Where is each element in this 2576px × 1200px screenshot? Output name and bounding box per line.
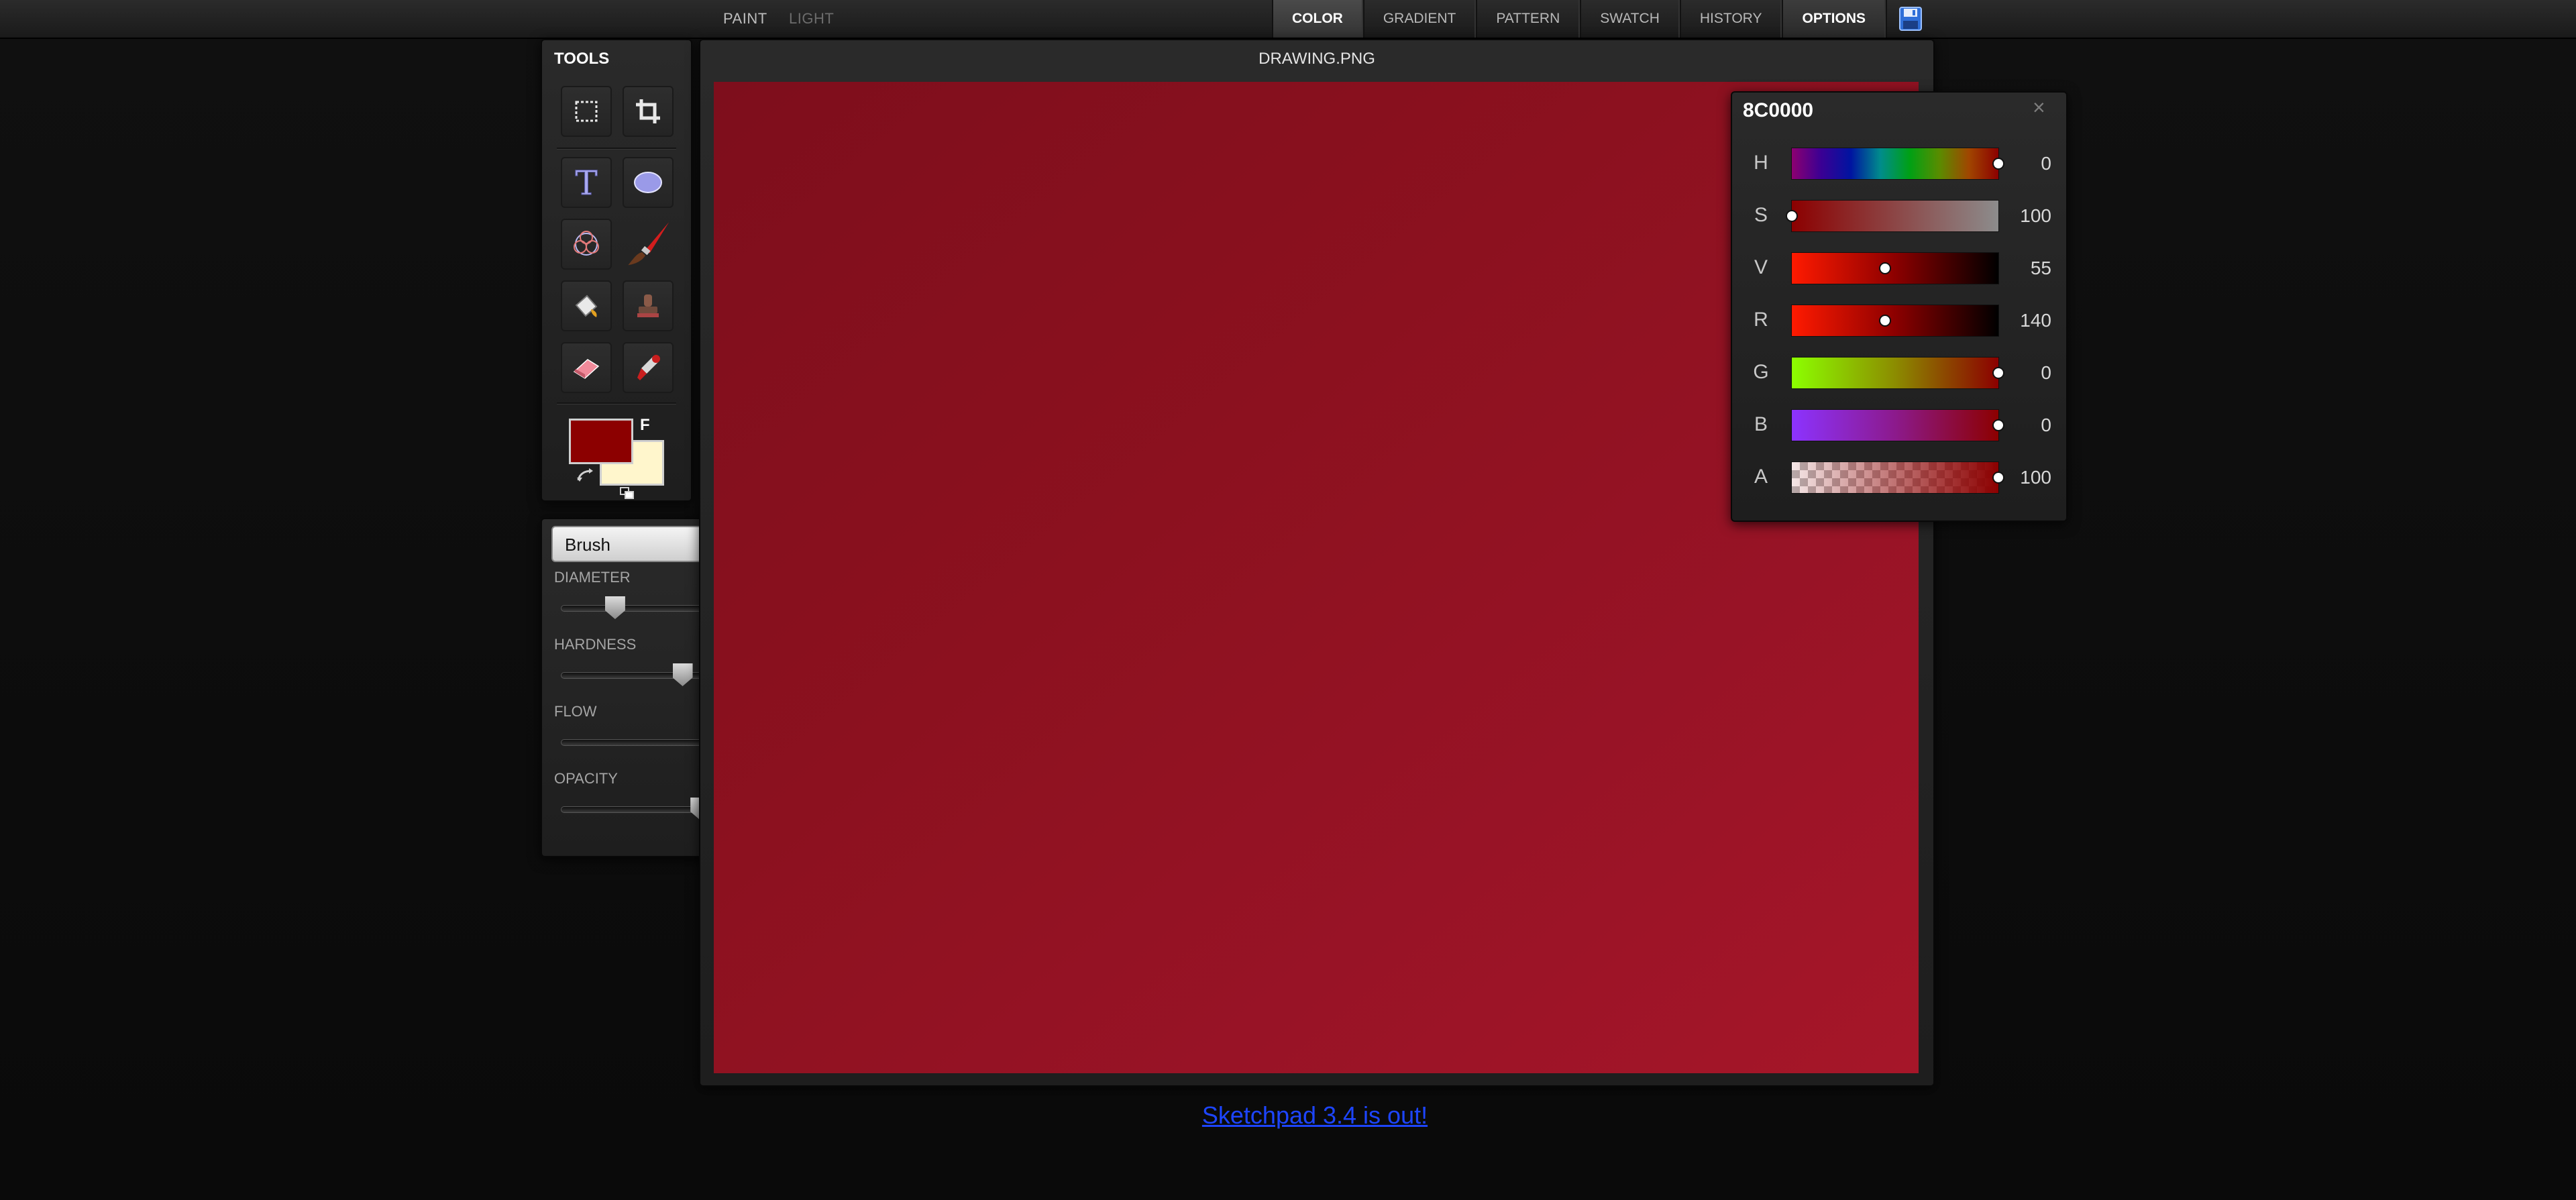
alpha-slider-knob[interactable] — [1992, 472, 2004, 484]
tool-paintbrush[interactable] — [623, 219, 674, 270]
tools-panel: TOOLS T F — [541, 39, 692, 502]
dashed-rectangle-icon — [575, 101, 598, 122]
brush-type-label: Brush — [565, 535, 610, 555]
channel-label-r: R — [1754, 309, 1768, 331]
hardness-label: HARDNESS — [554, 636, 637, 653]
spirograph-icon — [574, 231, 599, 256]
paintbrush-icon — [628, 222, 669, 266]
tab-swatch[interactable]: SWATCH — [1580, 0, 1680, 38]
channel-label-a: A — [1754, 466, 1768, 488]
blue-slider[interactable] — [1791, 409, 2004, 441]
alpha-value[interactable]: 100 — [2007, 467, 2051, 488]
color-picker-panel: 8C0000 × H 0 S 100 V 55 R 140 G 0 B 0 A … — [1731, 91, 2068, 522]
menu-paint[interactable]: PAINT — [723, 0, 767, 38]
color-hex-value[interactable]: 8C0000 — [1743, 99, 1813, 122]
tool-ellipse[interactable] — [623, 157, 674, 208]
svg-text:T: T — [575, 165, 597, 200]
hue-slider[interactable] — [1791, 148, 2004, 180]
tool-crop[interactable] — [623, 86, 674, 137]
tool-text[interactable]: T — [561, 157, 612, 208]
saturation-slider[interactable] — [1786, 200, 1999, 232]
tool-eyedropper[interactable] — [623, 342, 674, 393]
tool-eraser[interactable] — [561, 342, 612, 393]
swatch-f-label: F — [640, 416, 650, 434]
saturation-slider-knob[interactable] — [1786, 210, 1798, 222]
hue-slider-knob[interactable] — [1992, 158, 2004, 170]
tools-divider — [557, 402, 676, 404]
close-icon[interactable]: × — [2033, 97, 2045, 118]
tool-marquee-select[interactable] — [561, 86, 612, 137]
saturation-value[interactable]: 100 — [2007, 205, 2051, 227]
opacity-label: OPACITY — [554, 770, 618, 787]
red-slider-knob[interactable] — [1878, 315, 1891, 327]
alpha-gradient — [1792, 462, 1998, 493]
red-slider[interactable] — [1791, 305, 1999, 337]
blue-value[interactable]: 0 — [2007, 415, 2051, 436]
channel-label-g: G — [1753, 361, 1769, 383]
channel-label-s: S — [1754, 204, 1768, 226]
green-slider-knob[interactable] — [1992, 367, 2004, 379]
announcement-link[interactable]: Sketchpad 3.4 is out! — [0, 1101, 2576, 1130]
tab-pattern[interactable]: PATTERN — [1476, 0, 1580, 38]
eyedropper-icon — [637, 355, 660, 380]
floppy-disk-icon — [1899, 7, 1922, 31]
foreground-color-swatch[interactable] — [569, 419, 633, 464]
tools-title: TOOLS — [554, 50, 610, 68]
blue-slider-knob[interactable] — [1992, 419, 2004, 431]
ellipse-icon — [634, 172, 662, 193]
swap-colors-icon[interactable] — [576, 467, 596, 484]
hardness-slider-thumb[interactable] — [672, 663, 693, 686]
canvas-title: DRAWING.PNG — [1258, 50, 1375, 68]
menu-light[interactable]: LIGHT — [789, 0, 834, 38]
tab-color[interactable]: COLOR — [1272, 0, 1363, 38]
eraser-icon — [573, 359, 600, 379]
value-slider[interactable] — [1791, 252, 1999, 284]
tool-stamp[interactable] — [623, 280, 674, 331]
panel-tabs: COLOR GRADIENT PATTERN SWATCH HISTORY OP… — [1272, 0, 1934, 38]
tool-spirograph[interactable] — [561, 219, 612, 270]
channel-label-h: H — [1754, 152, 1768, 174]
tab-options[interactable]: OPTIONS — [1782, 0, 1886, 38]
app-root: PAINT LIGHT COLOR GRADIENT PATTERN SWATC… — [0, 0, 2576, 1200]
green-value[interactable]: 0 — [2007, 362, 2051, 384]
flow-label: FLOW — [554, 703, 597, 720]
tab-history[interactable]: HISTORY — [1679, 0, 1782, 38]
tools-divider — [557, 148, 676, 150]
diameter-slider-thumb[interactable] — [604, 596, 625, 619]
save-button[interactable] — [1886, 0, 1934, 38]
top-menu-bar: PAINT LIGHT COLOR GRADIENT PATTERN SWATC… — [0, 0, 2576, 39]
alpha-slider[interactable] — [1791, 461, 2004, 494]
red-value[interactable]: 140 — [2007, 310, 2051, 331]
value-value[interactable]: 55 — [2007, 258, 2051, 279]
stamp-icon — [637, 294, 659, 317]
text-t-icon: T — [575, 165, 598, 200]
paint-bucket-icon — [575, 294, 598, 317]
green-slider[interactable] — [1791, 357, 2004, 389]
channel-label-v: V — [1754, 256, 1768, 278]
channel-label-b: B — [1754, 413, 1768, 435]
tool-fill-bucket[interactable] — [561, 280, 612, 331]
hue-value[interactable]: 0 — [2007, 153, 2051, 174]
crop-icon — [636, 99, 660, 123]
diameter-label: DIAMETER — [554, 569, 631, 586]
value-slider-knob[interactable] — [1878, 262, 1891, 274]
reset-colors-icon[interactable] — [620, 487, 636, 500]
tab-gradient[interactable]: GRADIENT — [1362, 0, 1477, 38]
